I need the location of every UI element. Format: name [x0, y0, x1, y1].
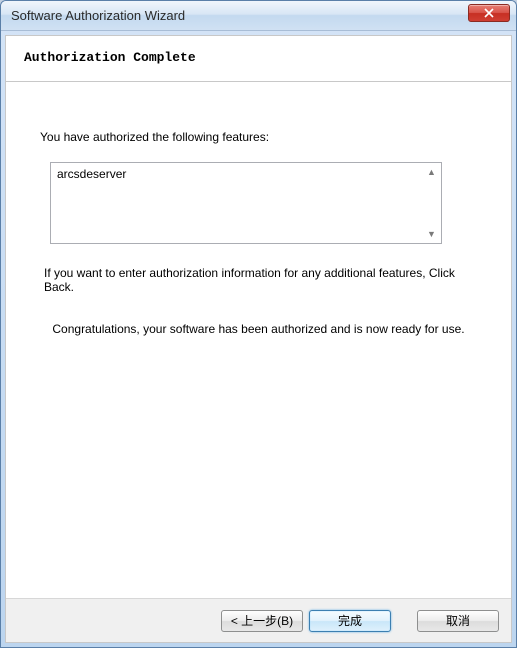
finish-button[interactable]: 完成: [309, 610, 391, 632]
features-listbox[interactable]: arcsdeserver ▲ ▼: [50, 162, 442, 244]
list-item: arcsdeserver: [57, 167, 435, 181]
wizard-header: Authorization Complete: [6, 36, 511, 82]
page-heading: Authorization Complete: [24, 50, 493, 65]
scroll-up-icon[interactable]: ▲: [424, 165, 439, 179]
lead-text: You have authorized the following featur…: [40, 130, 477, 144]
close-button[interactable]: [468, 4, 510, 22]
scroll-down-icon[interactable]: ▼: [424, 227, 439, 241]
titlebar[interactable]: Software Authorization Wizard: [1, 1, 516, 31]
button-row: < 上一步(B) 完成 取消: [6, 598, 511, 642]
window-title: Software Authorization Wizard: [11, 8, 468, 23]
congrats-text: Congratulations, your software has been …: [50, 322, 467, 336]
wizard-window: Software Authorization Wizard Authorizat…: [0, 0, 517, 648]
back-button[interactable]: < 上一步(B): [221, 610, 303, 632]
back-hint-text: If you want to enter authorization infor…: [44, 266, 473, 294]
close-icon: [484, 8, 494, 18]
cancel-button[interactable]: 取消: [417, 610, 499, 632]
wizard-content: You have authorized the following featur…: [6, 82, 511, 598]
wizard-body: Authorization Complete You have authoriz…: [5, 35, 512, 643]
